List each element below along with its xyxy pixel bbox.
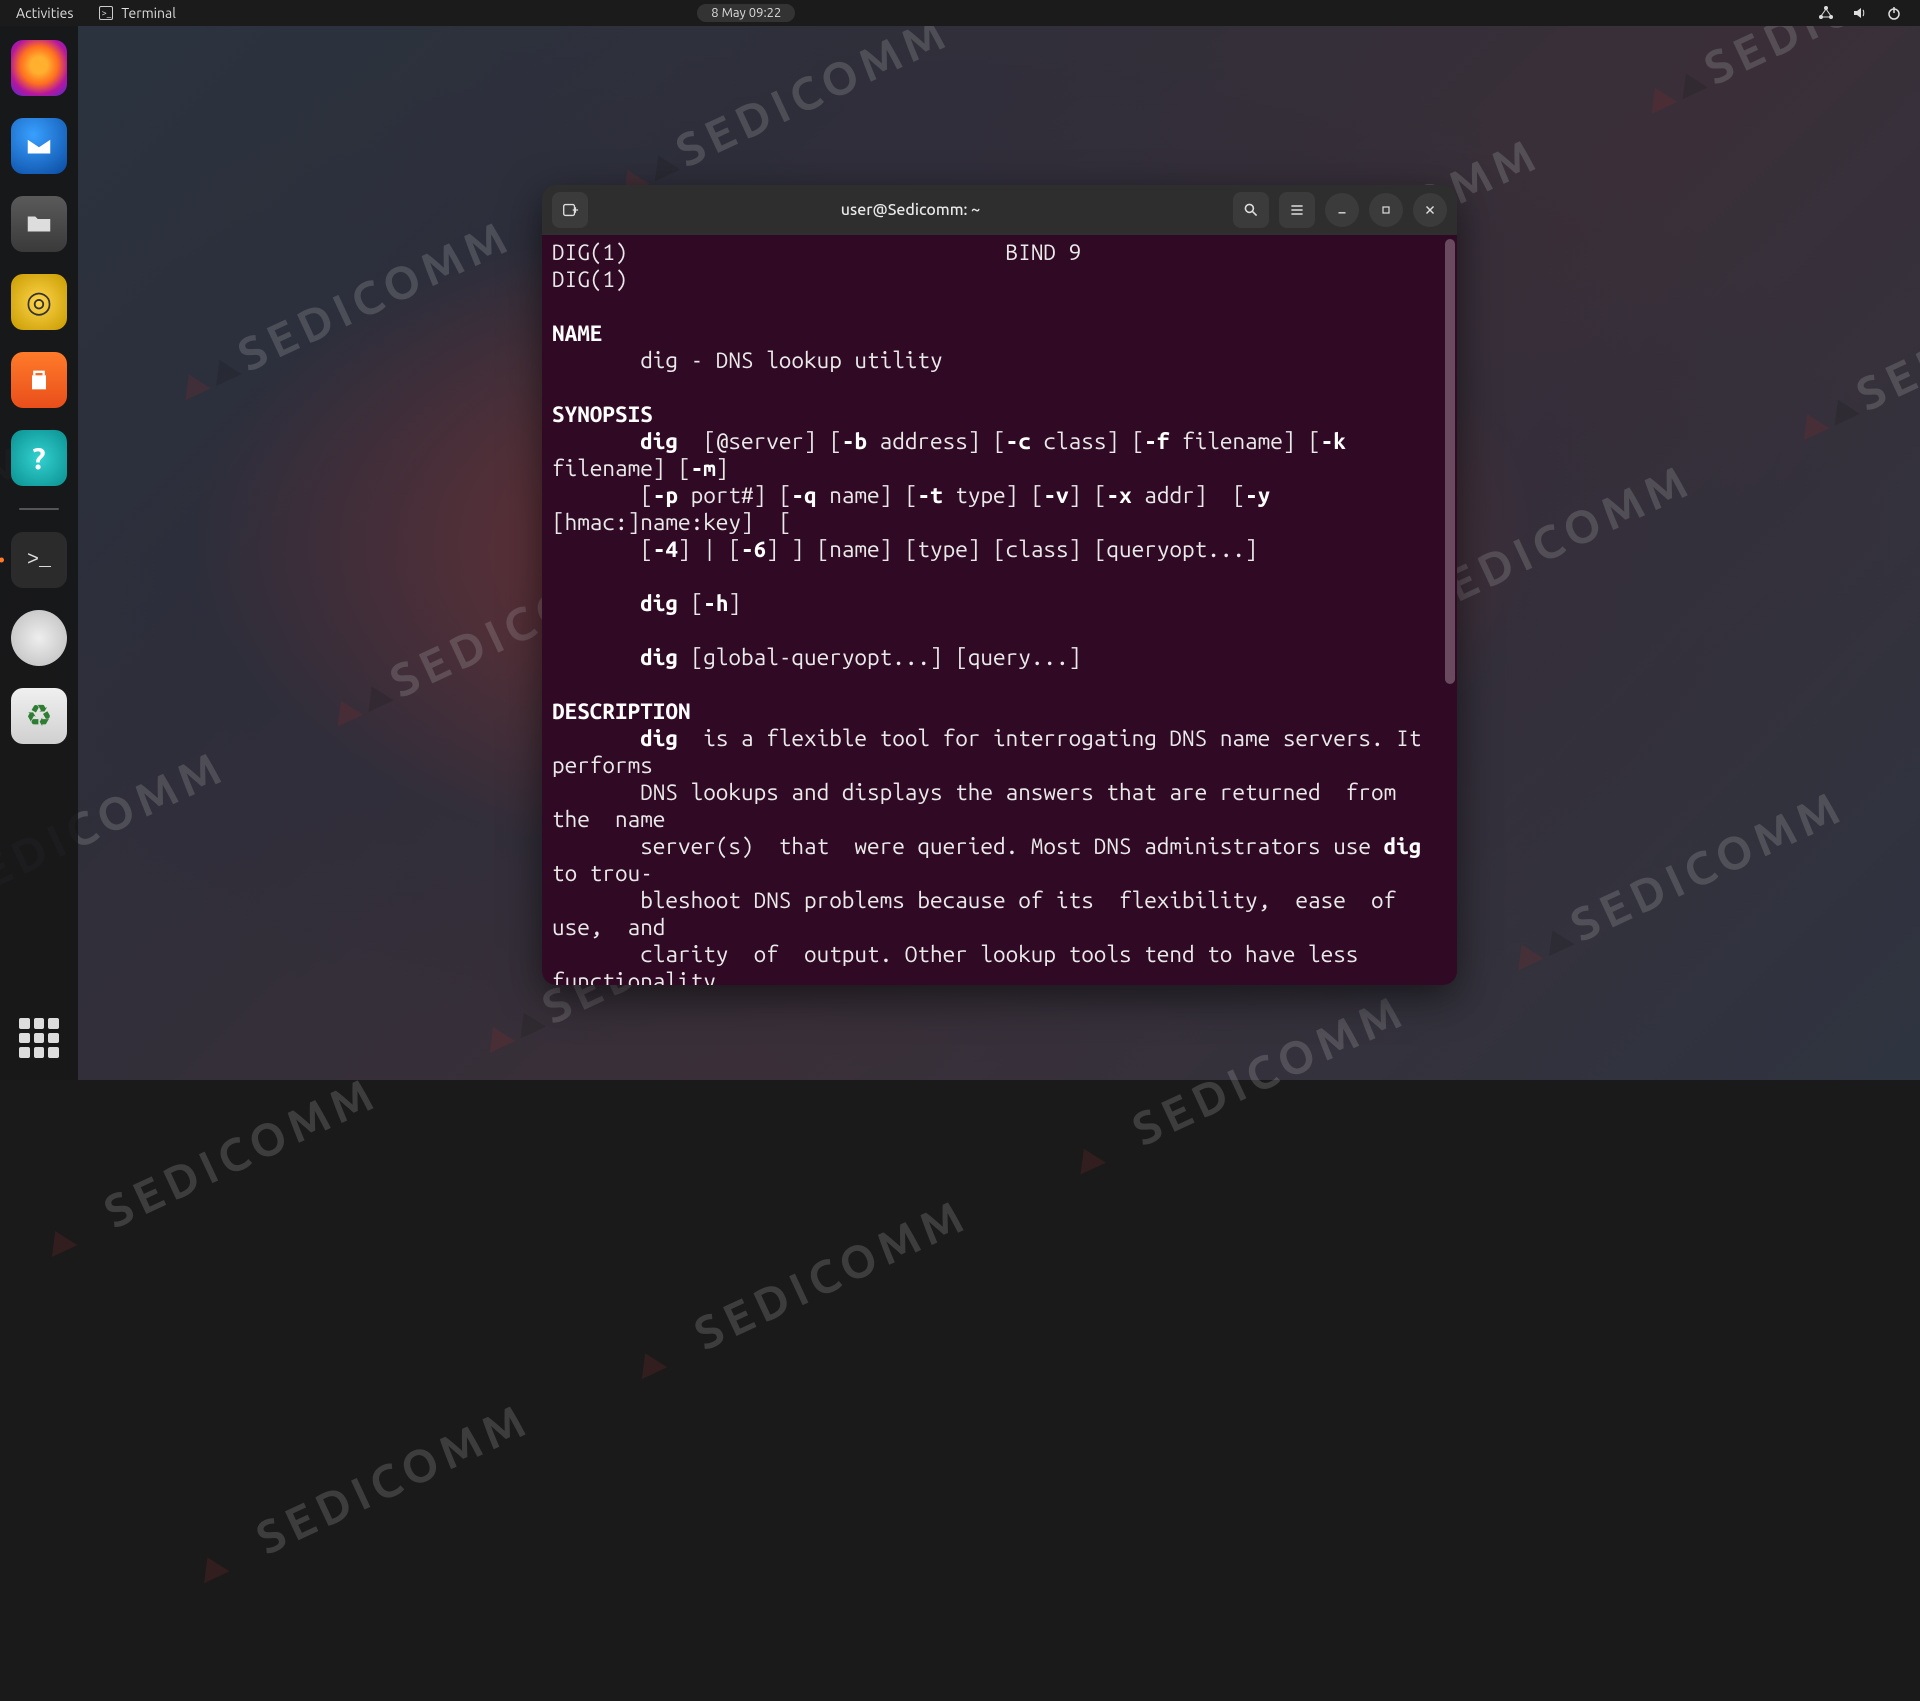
maximize-button[interactable]	[1369, 193, 1403, 227]
search-button[interactable]	[1233, 192, 1269, 228]
dock-disc[interactable]	[11, 610, 67, 666]
top-panel: Activities >_ Terminal 8 May 09:22	[0, 0, 1920, 26]
dock-rhythmbox[interactable]: ◎	[11, 274, 67, 330]
man-page-content: DIG(1) BIND 9 DIG(1) NAME dig - DNS look…	[552, 239, 1447, 985]
system-tray[interactable]	[1818, 5, 1920, 21]
dock-thunderbird[interactable]	[11, 118, 67, 174]
show-applications-button[interactable]	[19, 1018, 59, 1058]
minimize-button[interactable]	[1325, 193, 1359, 227]
dock: ◎ ? >_ ♻	[0, 26, 78, 1080]
window-title: user@Sedicomm: ~	[598, 201, 1223, 219]
dock-trash[interactable]: ♻	[11, 688, 67, 744]
activities-button[interactable]: Activities	[0, 5, 89, 21]
app-menu-button[interactable]: >_ Terminal	[89, 5, 186, 21]
close-button[interactable]	[1413, 193, 1447, 227]
hamburger-menu-button[interactable]	[1279, 192, 1315, 228]
dock-separator	[19, 508, 59, 510]
terminal-window: user@Sedicomm: ~ DIG(1) BIND 9	[542, 185, 1457, 985]
new-tab-button[interactable]	[552, 192, 588, 228]
dock-files[interactable]	[11, 196, 67, 252]
network-icon[interactable]	[1818, 5, 1834, 21]
terminal-scrollbar[interactable]	[1445, 239, 1455, 981]
dock-software[interactable]	[11, 352, 67, 408]
window-titlebar[interactable]: user@Sedicomm: ~	[542, 185, 1457, 235]
clock-button[interactable]: 8 May 09:22	[697, 4, 795, 22]
power-icon[interactable]	[1886, 5, 1902, 21]
terminal-viewport[interactable]: DIG(1) BIND 9 DIG(1) NAME dig - DNS look…	[542, 235, 1457, 985]
volume-icon[interactable]	[1852, 5, 1868, 21]
terminal-icon: >_	[99, 6, 113, 20]
dock-help[interactable]: ?	[11, 430, 67, 486]
app-menu-label: Terminal	[121, 5, 176, 21]
dock-firefox[interactable]	[11, 40, 67, 96]
dock-terminal[interactable]: >_	[11, 532, 67, 588]
